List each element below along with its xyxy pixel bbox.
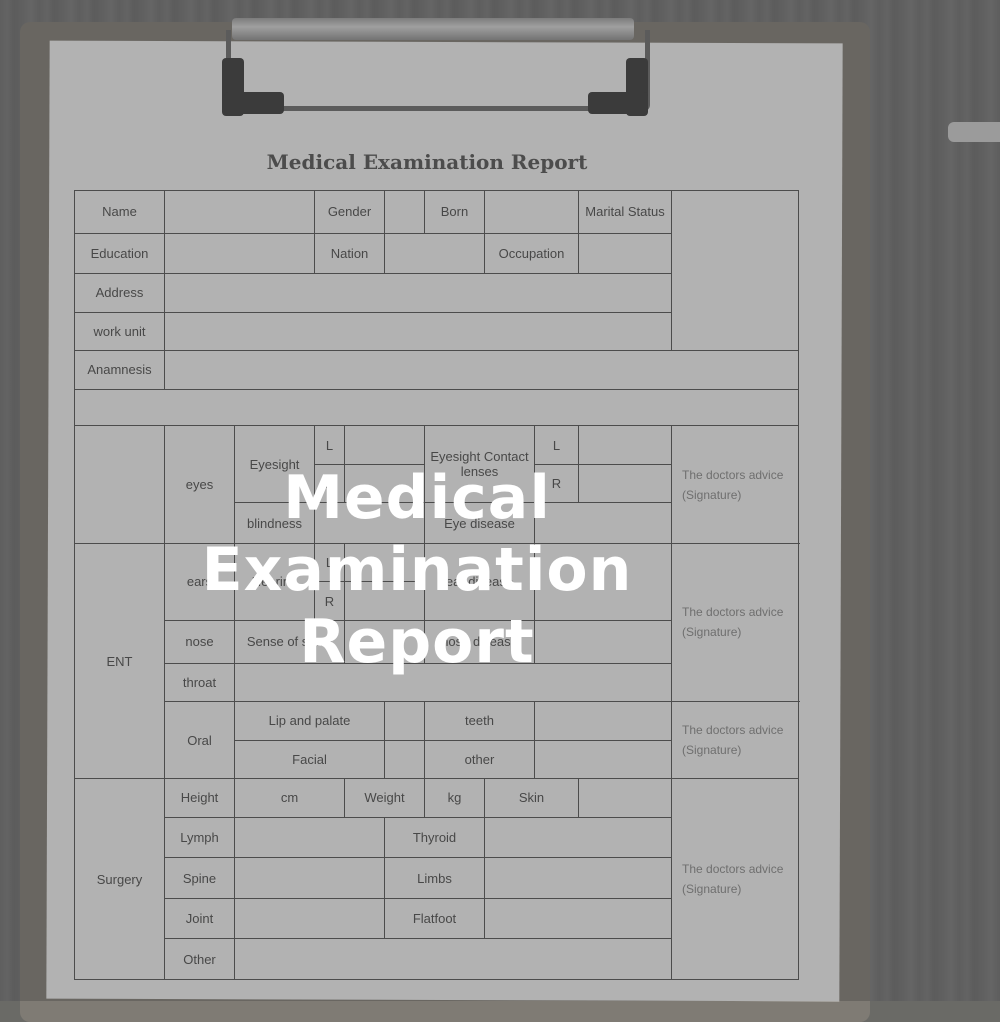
headline-line-2: Report <box>299 607 535 677</box>
headline: Medical Examination Report <box>60 462 774 678</box>
headline-line-1: Medical Examination <box>201 463 633 605</box>
